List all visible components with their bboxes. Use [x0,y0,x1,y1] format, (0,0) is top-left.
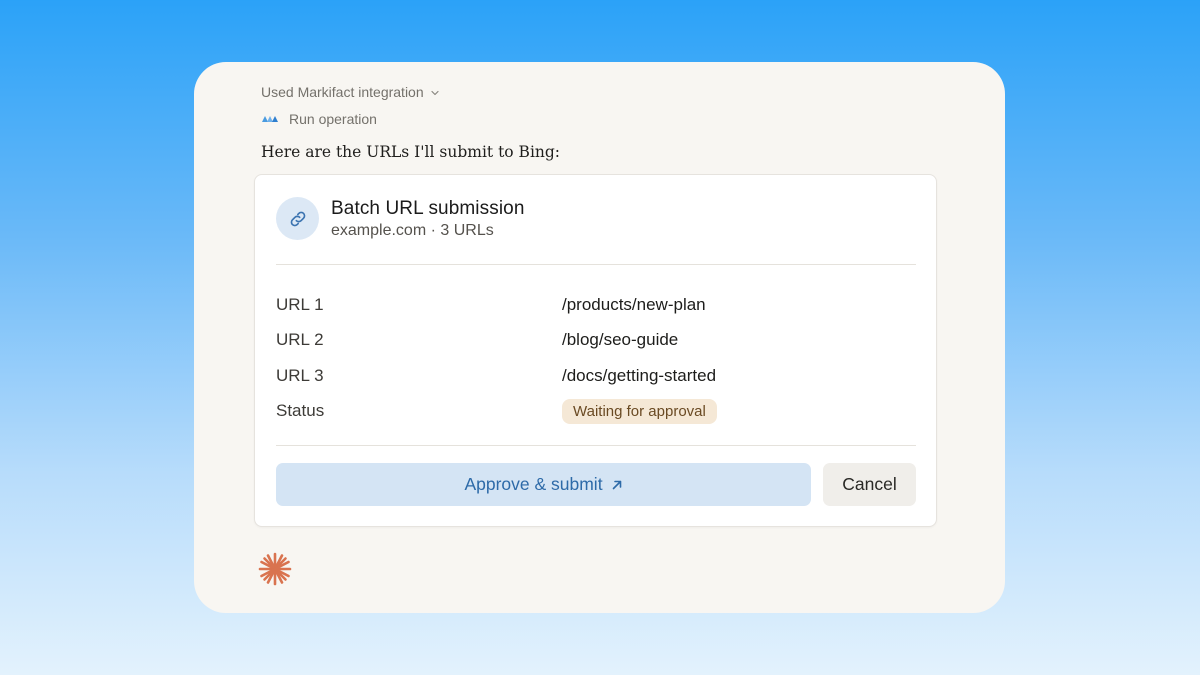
url-row-label: URL 1 [276,294,324,314]
chevron-down-icon [431,90,439,96]
status-label: Status [276,401,325,421]
markifact-logo-icon [262,116,278,122]
url-row: URL 3 /docs/getting-started [276,358,916,394]
link-icon [290,211,305,226]
url-list: URL 1 /products/new-plan URL 2 /blog/seo… [276,287,916,429]
tool-usage-toggle[interactable]: Used Markifact integration [261,84,440,100]
card-header: Batch URL submission example.com · 3 URL… [276,197,524,240]
url-row-value: /blog/seo-guide [562,330,679,350]
url-row: URL 1 /products/new-plan [276,287,916,323]
cancel-button[interactable]: Cancel [823,463,916,506]
operation-line: Run operation [261,111,377,127]
status-badge: Waiting for approval [562,398,717,424]
url-row-label: URL 3 [276,365,324,385]
card-title: Batch URL submission [331,197,525,219]
url-row: URL 2 /blog/seo-guide [276,323,916,359]
url-row-value: /docs/getting-started [562,365,717,385]
assistant-message: Here are the URLs I'll submit to Bing: [261,143,561,161]
sparkle-icon [258,552,292,586]
operation-label: Run operation [289,111,377,127]
link-icon-badge [276,197,319,240]
chat-window: Used Markifact integration Run operation… [194,62,1005,613]
submission-card: Batch URL submission example.com · 3 URL… [254,174,937,527]
header-divider [276,264,916,265]
arrow-up-right-icon [612,480,621,489]
approve-label: Approve & submit [464,474,603,494]
url-row-value: /products/new-plan [562,294,706,314]
tool-usage-label: Used Markifact integration [261,84,424,100]
card-subtitle: example.com · 3 URLs [331,221,494,239]
footer-divider [276,445,916,446]
url-row-label: URL 2 [276,330,324,350]
approve-submit-button[interactable]: Approve & submit [276,463,811,506]
status-row: Status Waiting for approval [276,394,916,430]
